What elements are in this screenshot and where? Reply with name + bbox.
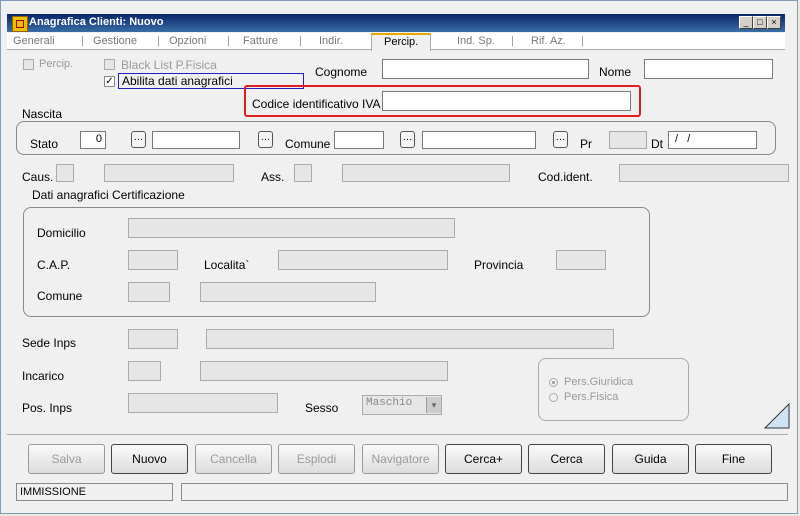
comune-name-lookup-button[interactable]: … xyxy=(400,131,415,148)
codice-iva-input[interactable] xyxy=(382,91,631,111)
cancella-button[interactable]: Cancella xyxy=(195,444,272,474)
app-window: Anagrafica Clienti: Nuovo _ □ × Generali… xyxy=(0,0,798,514)
status-mode: IMMISSIONE xyxy=(16,483,173,501)
resize-corner-icon xyxy=(764,403,790,429)
minimize-button[interactable]: _ xyxy=(739,16,753,29)
nome-label: Nome xyxy=(599,65,632,79)
persona-group xyxy=(538,358,689,421)
cert-title: Dati anagrafici Certificazione xyxy=(32,188,185,202)
tab-separator: | xyxy=(299,35,302,47)
tab-opzioni[interactable]: Opzioni xyxy=(169,35,206,47)
provincia-input xyxy=(556,250,606,270)
tab-separator: | xyxy=(581,35,584,47)
sede-inps-code-input xyxy=(128,329,178,349)
comune-code-input[interactable] xyxy=(334,131,384,149)
stato-name-input[interactable] xyxy=(152,131,240,149)
caus-desc-input xyxy=(104,164,234,182)
comune-lookup-button[interactable]: … xyxy=(258,131,273,148)
salva-button[interactable]: Salva xyxy=(28,444,105,474)
tab-bar: Generali | Gestione | Opzioni | Fatture … xyxy=(7,33,785,51)
caus-label: Caus. xyxy=(22,170,54,184)
ass-code-input xyxy=(294,164,312,182)
comune2-label: Comune xyxy=(37,289,83,303)
nome-input[interactable] xyxy=(644,59,773,79)
percip-label: Percip. xyxy=(39,58,74,70)
comune-name-input[interactable] xyxy=(422,131,536,149)
cod-ident-label: Cod.ident. xyxy=(538,170,593,184)
app-icon xyxy=(12,16,28,32)
abilita-label: Abilita dati anagrafici xyxy=(122,74,233,88)
cognome-input[interactable] xyxy=(382,59,589,79)
incarico-label: Incarico xyxy=(22,369,65,383)
esplodi-button[interactable]: Esplodi xyxy=(278,444,355,474)
radio-pers-giuridica xyxy=(549,378,558,387)
sede-inps-desc-input xyxy=(206,329,614,349)
guida-button[interactable]: Guida xyxy=(612,444,689,474)
navigatore-button[interactable]: Navigatore xyxy=(362,444,439,474)
domicilio-input xyxy=(128,218,455,238)
tab-fatture[interactable]: Fatture xyxy=(243,35,278,47)
cap-input xyxy=(128,250,178,270)
dt-label: Dt xyxy=(651,137,663,151)
stato-lookup-button[interactable]: … xyxy=(131,131,146,148)
cerca-button[interactable]: Cerca xyxy=(528,444,605,474)
blacklist-label: Black List P.Fisica xyxy=(121,58,217,72)
close-button[interactable]: × xyxy=(767,16,781,29)
pr-label: Pr xyxy=(580,137,592,151)
cognome-label: Cognome xyxy=(315,65,368,79)
pr-input xyxy=(609,131,647,149)
tab-separator: | xyxy=(157,35,160,47)
codice-iva-label: Codice identificativo IVA xyxy=(252,97,381,111)
incarico-desc-input xyxy=(200,361,448,381)
pos-inps-label: Pos. Inps xyxy=(22,401,73,415)
pos-inps-input xyxy=(128,393,278,413)
tab-separator: | xyxy=(511,35,514,47)
sede-inps-label: Sede Inps xyxy=(22,336,77,350)
tab-separator: | xyxy=(227,35,230,47)
tab-rif-az[interactable]: Rif. Az. xyxy=(531,35,566,47)
dt-input[interactable]: / / xyxy=(668,131,757,149)
localita-input xyxy=(278,250,448,270)
tab-gestione[interactable]: Gestione xyxy=(93,35,137,47)
maximize-button[interactable]: □ xyxy=(753,16,767,29)
cod-ident-input xyxy=(619,164,789,182)
comune2-code-input xyxy=(128,282,170,302)
chevron-down-icon: ▾ xyxy=(426,397,441,413)
title-bar: Anagrafica Clienti: Nuovo _ □ × xyxy=(7,14,785,32)
domicilio-label: Domicilio xyxy=(37,226,86,240)
comune2-name-input xyxy=(200,282,376,302)
incarico-code-input xyxy=(128,361,161,381)
fine-button[interactable]: Fine xyxy=(695,444,772,474)
ass-desc-input xyxy=(342,164,510,182)
tab-indir[interactable]: Indir. xyxy=(319,35,343,47)
percip-checkbox[interactable] xyxy=(23,59,34,70)
stato-label: Stato xyxy=(30,137,59,151)
abilita-checkbox[interactable]: ✓ xyxy=(104,76,115,87)
sesso-label: Sesso xyxy=(305,401,339,415)
localita-label: Localita` xyxy=(204,258,250,272)
nascita-label: Nascita xyxy=(22,107,63,121)
ass-label: Ass. xyxy=(261,170,285,184)
pr-lookup-button[interactable]: … xyxy=(553,131,568,148)
radio-pers-fisica xyxy=(549,393,558,402)
provincia-label: Provincia xyxy=(474,258,524,272)
cerca-plus-button[interactable]: Cerca+ xyxy=(445,444,522,474)
window-title: Anagrafica Clienti: Nuovo xyxy=(29,16,164,28)
blacklist-checkbox[interactable] xyxy=(104,59,115,70)
stato-code-input[interactable]: 0 xyxy=(80,131,106,149)
tab-percip[interactable]: Percip. xyxy=(371,33,432,51)
caus-code-input xyxy=(56,164,74,182)
pers-fisica-label: Pers.Fisica xyxy=(564,391,619,403)
tab-ind-sp[interactable]: Ind. Sp. xyxy=(457,35,495,47)
tab-separator: | xyxy=(81,35,84,47)
status-message xyxy=(181,483,788,501)
button-bar-divider xyxy=(7,434,788,435)
pers-giuridica-label: Pers.Giuridica xyxy=(564,376,634,388)
tab-generali[interactable]: Generali xyxy=(13,35,55,47)
cap-label: C.A.P. xyxy=(37,258,71,272)
nuovo-button[interactable]: Nuovo xyxy=(111,444,188,474)
comune-label: Comune xyxy=(285,137,331,151)
